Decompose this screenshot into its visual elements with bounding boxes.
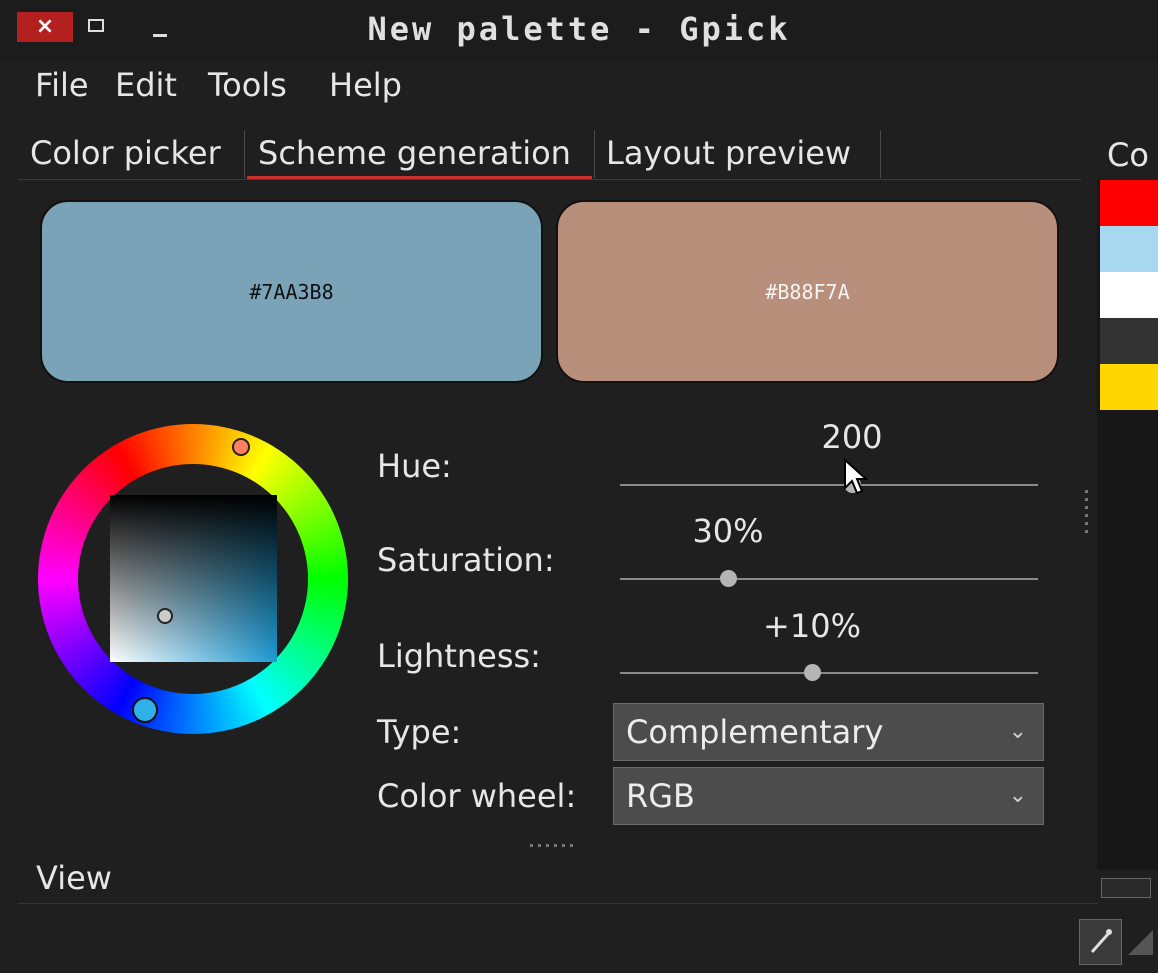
tabs-baseline: [18, 179, 1081, 180]
tab-scheme-generation[interactable]: Scheme generation: [258, 128, 571, 178]
saturation-value-marker[interactable]: [157, 608, 173, 624]
pane-resize-handle-vertical[interactable]: [1085, 490, 1088, 536]
color-wheel-label: Color wheel:: [377, 777, 577, 815]
menu-edit[interactable]: Edit: [115, 66, 177, 104]
palette-scrollbar[interactable]: [1101, 878, 1151, 898]
menu-bar: File Edit Tools Help: [0, 62, 1158, 112]
resize-grip-icon[interactable]: [1128, 930, 1153, 955]
type-dropdown[interactable]: Complementary ⌄: [613, 703, 1044, 761]
active-tab-indicator: [247, 176, 592, 179]
mouse-cursor-icon: [844, 458, 869, 495]
tab-separator: [594, 130, 595, 178]
menu-help[interactable]: Help: [329, 66, 402, 104]
palette-color-4[interactable]: [1100, 318, 1158, 364]
palette-color-3[interactable]: [1100, 272, 1158, 318]
swatch-hex-label: #7AA3B8: [249, 279, 334, 304]
hue-value: 200: [821, 418, 883, 456]
swatch-hex-label: #B88F7A: [765, 279, 850, 304]
type-label: Type:: [377, 713, 462, 751]
saturation-label: Saturation:: [377, 541, 555, 579]
saturation-value-square[interactable]: [110, 495, 277, 662]
color-wheel-dropdown-value: RGB: [626, 777, 695, 815]
palette-color-5[interactable]: [1100, 364, 1158, 410]
lightness-value: +10%: [763, 607, 861, 645]
hue-marker-primary[interactable]: [132, 697, 158, 723]
view-divider: [18, 903, 1098, 904]
chevron-down-icon: ⌄: [1008, 783, 1027, 808]
lightness-label: Lightness:: [377, 637, 541, 675]
tab-separator: [880, 130, 881, 178]
lightness-slider-knob[interactable]: [803, 664, 821, 681]
tab-layout-preview[interactable]: Layout preview: [606, 128, 851, 178]
eyedropper-icon[interactable]: [1079, 919, 1122, 965]
palette-color-1[interactable]: [1100, 180, 1158, 226]
saturation-slider-knob[interactable]: [720, 570, 738, 587]
color-wheel-dropdown[interactable]: RGB ⌄: [613, 767, 1044, 825]
scheme-swatch-complement[interactable]: #B88F7A: [556, 200, 1059, 383]
saturation-slider-track[interactable]: [620, 578, 1038, 580]
menu-file[interactable]: File: [35, 66, 89, 104]
tab-separator: [244, 130, 245, 178]
hue-marker-secondary[interactable]: [232, 438, 250, 456]
hue-slider-track[interactable]: [620, 484, 1038, 486]
palette-color-2[interactable]: [1100, 226, 1158, 272]
lightness-slider-track[interactable]: [620, 672, 1038, 674]
tab-color-picker[interactable]: Color picker: [30, 128, 221, 178]
saturation-value: 30%: [692, 512, 764, 550]
window-title: New palette - Gpick: [367, 10, 791, 48]
menu-tools[interactable]: Tools: [208, 66, 287, 104]
view-expander[interactable]: View: [36, 859, 112, 897]
hue-label: Hue:: [377, 447, 452, 485]
chevron-down-icon: ⌄: [1008, 719, 1027, 744]
scheme-swatch-primary[interactable]: #7AA3B8: [40, 200, 543, 383]
type-dropdown-value: Complementary: [626, 713, 884, 751]
palette-column-header[interactable]: Co: [1107, 136, 1149, 174]
pane-resize-handle-horizontal[interactable]: [530, 844, 574, 847]
